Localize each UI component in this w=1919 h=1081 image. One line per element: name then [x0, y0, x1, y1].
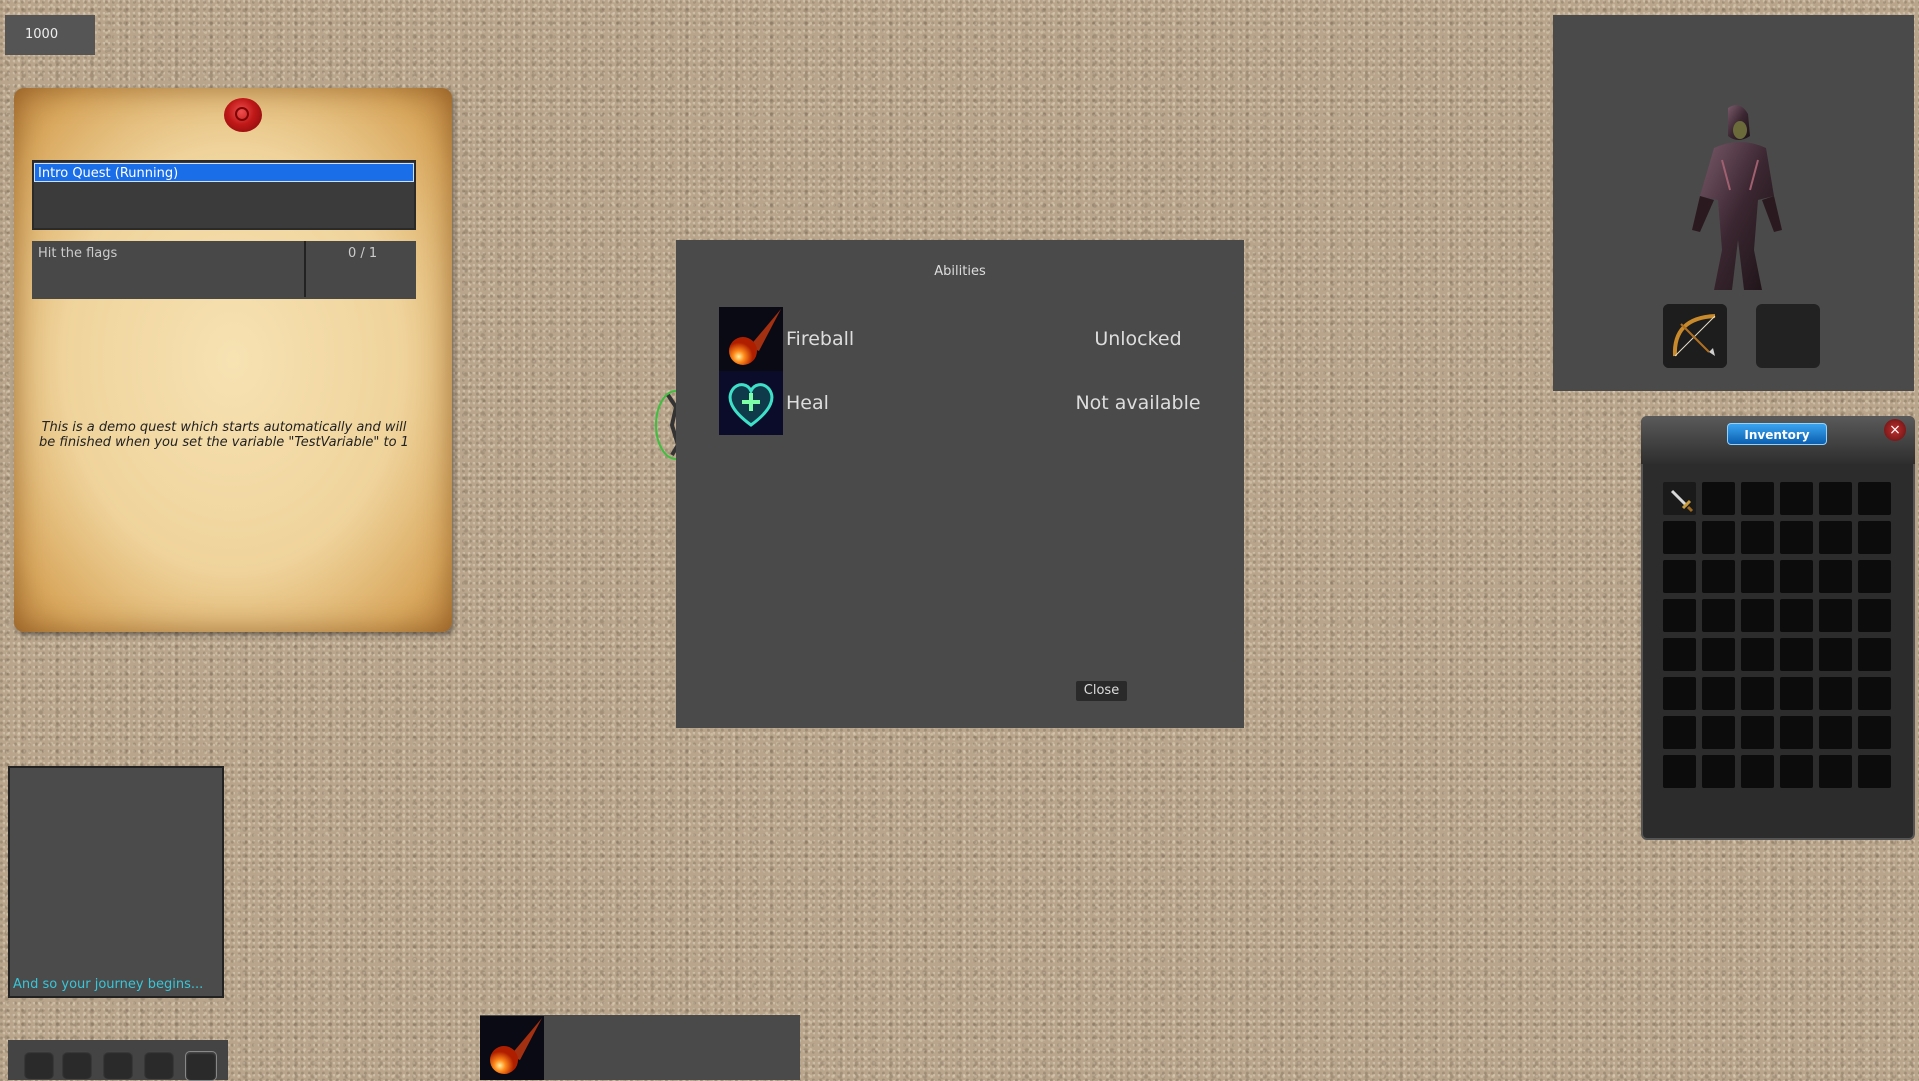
- abilities-title: Abilities: [934, 264, 986, 279]
- inventory-slot[interactable]: [1780, 482, 1813, 515]
- inventory-slot[interactable]: [1702, 716, 1735, 749]
- wax-seal-icon: [224, 98, 262, 132]
- inventory-slot[interactable]: [1819, 755, 1852, 788]
- inventory-slot[interactable]: [1819, 560, 1852, 593]
- objective-divider: [304, 241, 306, 297]
- inventory-slot[interactable]: [1663, 482, 1696, 515]
- heal-icon: [719, 371, 783, 435]
- inventory-slot[interactable]: [1663, 560, 1696, 593]
- currency-display: 1000: [5, 15, 95, 55]
- ability-name-fireball: Fireball: [786, 328, 855, 350]
- heal-ability-icon[interactable]: [719, 371, 783, 435]
- inventory-slot[interactable]: [1780, 677, 1813, 710]
- inventory-slot[interactable]: [1702, 677, 1735, 710]
- menu-button-5[interactable]: [185, 1051, 217, 1081]
- fireball-icon: [719, 307, 783, 371]
- inventory-slot[interactable]: [1741, 755, 1774, 788]
- menu-button-2[interactable]: [62, 1051, 92, 1079]
- inventory-slot[interactable]: [1741, 482, 1774, 515]
- inventory-slot[interactable]: [1741, 521, 1774, 554]
- inventory-slot[interactable]: [1819, 521, 1852, 554]
- close-button[interactable]: Close: [1076, 681, 1127, 701]
- inventory-slot[interactable]: [1663, 677, 1696, 710]
- inventory-slot[interactable]: [1741, 560, 1774, 593]
- inventory-slot[interactable]: [1780, 521, 1813, 554]
- character-portrait: [1692, 105, 1782, 290]
- inventory-slot[interactable]: [1819, 677, 1852, 710]
- chat-window[interactable]: [8, 766, 224, 998]
- inventory-slot[interactable]: [1663, 521, 1696, 554]
- chat-message: And so your journey begins...: [13, 977, 204, 992]
- inventory-slot[interactable]: [1858, 560, 1891, 593]
- inventory-slot[interactable]: [1702, 638, 1735, 671]
- ability-name-heal: Heal: [786, 392, 829, 414]
- inventory-slot[interactable]: [1702, 599, 1735, 632]
- inventory-slot[interactable]: [1741, 599, 1774, 632]
- inventory-slot[interactable]: [1663, 755, 1696, 788]
- inventory-slot[interactable]: [1858, 599, 1891, 632]
- equipment-slot-empty[interactable]: [1756, 304, 1820, 368]
- equipment-slot-weapon[interactable]: [1663, 304, 1727, 368]
- menu-button-4[interactable]: [144, 1051, 174, 1079]
- inventory-slot[interactable]: [1702, 521, 1735, 554]
- inventory-close-icon[interactable]: ×: [1884, 419, 1906, 441]
- ability-status-fireball: Unlocked: [1094, 328, 1182, 350]
- menu-button-1[interactable]: [24, 1051, 54, 1079]
- inventory-slot[interactable]: [1858, 482, 1891, 515]
- inventory-slot[interactable]: [1819, 599, 1852, 632]
- fireball-ability-icon[interactable]: [719, 307, 783, 371]
- bow-icon: [1663, 304, 1727, 368]
- inventory-slot[interactable]: [1858, 755, 1891, 788]
- inventory-slot[interactable]: [1663, 716, 1696, 749]
- quest-description: This is a demo quest which starts automa…: [39, 420, 409, 450]
- inventory-slot[interactable]: [1858, 521, 1891, 554]
- inventory-slot[interactable]: [1780, 638, 1813, 671]
- ability-status-heal: Not available: [1075, 392, 1201, 414]
- inventory-slot[interactable]: [1741, 638, 1774, 671]
- inventory-slot[interactable]: [1780, 599, 1813, 632]
- inventory-slot[interactable]: [1780, 755, 1813, 788]
- menu-button-3[interactable]: [103, 1051, 133, 1079]
- dagger-icon: [1670, 489, 1694, 513]
- inventory-slot[interactable]: [1858, 638, 1891, 671]
- inventory-slot[interactable]: [1780, 716, 1813, 749]
- inventory-slot[interactable]: [1819, 638, 1852, 671]
- inventory-slot[interactable]: [1819, 716, 1852, 749]
- quest-list-item[interactable]: Intro Quest (Running): [34, 163, 414, 182]
- inventory-slot[interactable]: [1819, 482, 1852, 515]
- inventory-slot[interactable]: [1858, 677, 1891, 710]
- objective-text: Hit the flags: [38, 246, 118, 261]
- fireball-icon: [480, 1016, 544, 1080]
- skill-slot-fireball[interactable]: [480, 1016, 544, 1080]
- objective-progress: 0 / 1: [348, 246, 378, 261]
- inventory-slot[interactable]: [1702, 482, 1735, 515]
- inventory-slot[interactable]: [1780, 560, 1813, 593]
- inventory-slot[interactable]: [1663, 599, 1696, 632]
- inventory-slot[interactable]: [1858, 716, 1891, 749]
- inventory-slot[interactable]: [1741, 716, 1774, 749]
- inventory-slot[interactable]: [1702, 755, 1735, 788]
- inventory-slot[interactable]: [1741, 677, 1774, 710]
- inventory-title: Inventory: [1727, 423, 1827, 445]
- inventory-slot[interactable]: [1663, 638, 1696, 671]
- inventory-slot[interactable]: [1702, 560, 1735, 593]
